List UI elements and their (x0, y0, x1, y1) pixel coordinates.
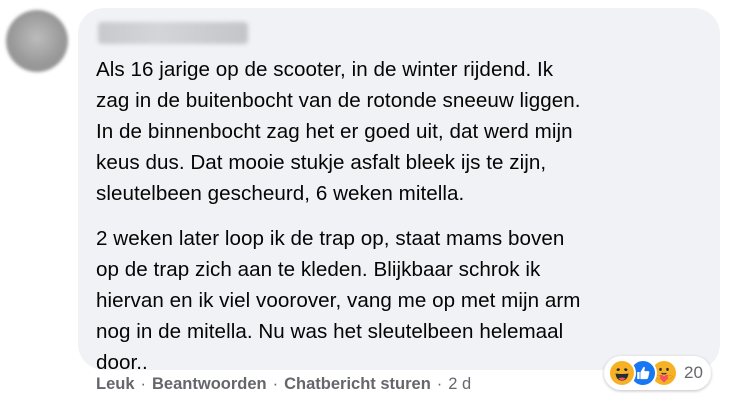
comment-actions: Leuk · Beantwoorden · Chatbericht sturen… (96, 375, 471, 394)
comment-bubble: Als 16 jarige op de scooter, in de winte… (78, 8, 720, 374)
haha-icon (608, 359, 636, 387)
reply-link[interactable]: Beantwoorden (152, 375, 267, 394)
separator-dot: · (272, 375, 279, 393)
reactions-summary[interactable]: 20 (604, 356, 711, 390)
author-name-blurred[interactable] (98, 22, 248, 44)
avatar[interactable] (6, 10, 68, 72)
separator-dot: · (140, 375, 147, 393)
timestamp-link[interactable]: 2 d (448, 375, 471, 394)
comment-paragraph-1: Als 16 jarige op de scooter, in de winte… (96, 58, 581, 205)
comment-paragraph-2: 2 weken later loop ik de trap op, staat … (96, 227, 581, 374)
send-message-link[interactable]: Chatbericht sturen (284, 375, 431, 394)
like-link[interactable]: Leuk (96, 375, 135, 394)
reaction-count: 20 (684, 363, 703, 382)
separator-dot: · (436, 375, 443, 393)
